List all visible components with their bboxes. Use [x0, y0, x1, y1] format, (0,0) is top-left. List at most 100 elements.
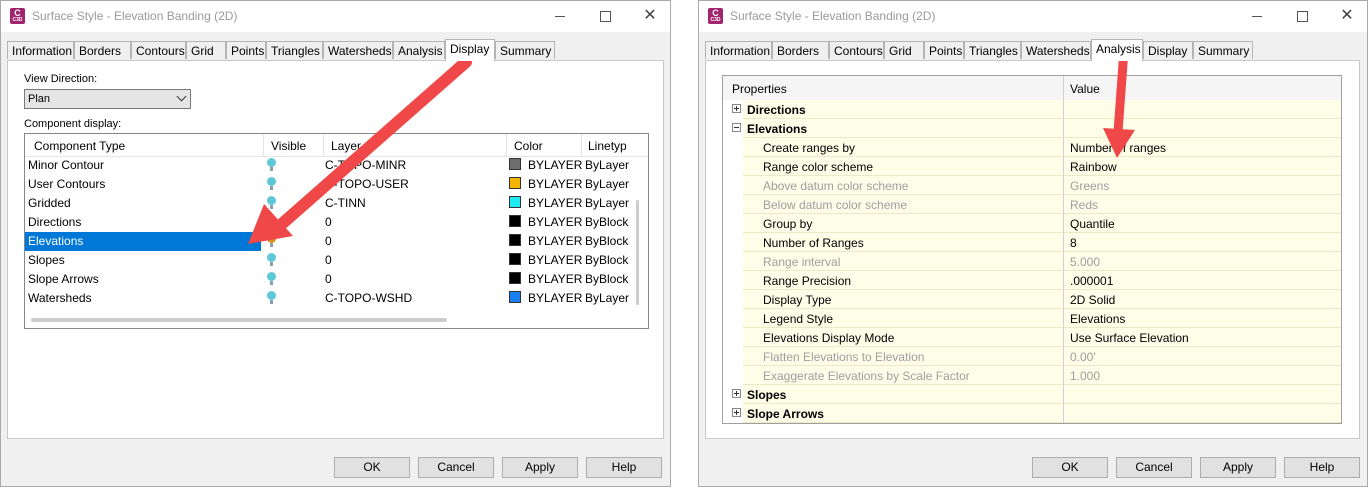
- tab-triangles[interactable]: Triangles: [964, 41, 1021, 59]
- close-icon[interactable]: ✕: [640, 6, 660, 26]
- layer-value[interactable]: C-TOPO-MINR: [325, 158, 406, 172]
- close-icon[interactable]: ✕: [1337, 6, 1357, 26]
- apply-button[interactable]: Apply: [502, 457, 578, 478]
- tab-display[interactable]: Display: [445, 39, 495, 61]
- layer-value[interactable]: 0: [325, 215, 332, 229]
- property-row[interactable]: Exaggerate Elevations by Scale Factor 1.0…: [723, 366, 1341, 385]
- list-item[interactable]: Minor Contour C-TOPO-MINR BYLAYER ByLayer: [25, 156, 634, 175]
- property-group-row[interactable]: Slope Arrows: [723, 404, 1341, 423]
- column-header-visible[interactable]: Visible: [271, 139, 306, 153]
- cancel-button[interactable]: Cancel: [1116, 457, 1192, 478]
- layer-value[interactable]: 0: [325, 234, 332, 248]
- tab-watersheds[interactable]: Watersheds: [1021, 41, 1091, 59]
- visibility-bulb-icon[interactable]: [267, 177, 276, 190]
- tab-triangles[interactable]: Triangles: [266, 41, 323, 59]
- tab-watersheds[interactable]: Watersheds: [323, 41, 393, 59]
- color-value[interactable]: BYLAYER: [528, 196, 582, 210]
- property-row[interactable]: Display Type 2D Solid: [723, 290, 1341, 309]
- tab-summary[interactable]: Summary: [495, 41, 555, 59]
- column-header-color[interactable]: Color: [514, 139, 543, 153]
- minimize-icon[interactable]: [550, 6, 570, 26]
- property-row[interactable]: Group by Quantile: [723, 214, 1341, 233]
- property-row[interactable]: Elevations Display Mode Use Surface Eleva…: [723, 328, 1341, 347]
- list-item[interactable]: Elevations 0 BYLAYER ByBlock: [25, 232, 634, 251]
- property-group-row[interactable]: Slopes: [723, 385, 1341, 404]
- property-value[interactable]: 5.000: [1070, 255, 1100, 269]
- property-row[interactable]: Flatten Elevations to Elevation 0.00': [723, 347, 1341, 366]
- list-item[interactable]: User Contours C-TOPO-USER BYLAYER ByLayer: [25, 175, 634, 194]
- properties-grid[interactable]: Properties Value Directions Elevations Cre…: [722, 75, 1342, 424]
- column-header-linetype[interactable]: Linetyp: [588, 139, 627, 153]
- list-item[interactable]: Slopes 0 BYLAYER ByBlock: [25, 251, 634, 270]
- property-row[interactable]: Range color scheme Rainbow: [723, 157, 1341, 176]
- column-header-layer[interactable]: Layer: [331, 139, 361, 153]
- property-value[interactable]: Use Surface Elevation: [1070, 331, 1189, 345]
- tab-points[interactable]: Points: [226, 41, 266, 59]
- help-button[interactable]: Help: [1284, 457, 1360, 478]
- tab-grid[interactable]: Grid: [186, 41, 226, 59]
- tab-analysis[interactable]: Analysis: [393, 41, 445, 59]
- linetype-value[interactable]: ByBlock: [585, 272, 628, 286]
- visibility-bulb-icon[interactable]: [267, 215, 276, 228]
- color-value[interactable]: BYLAYER: [528, 177, 582, 191]
- expand-icon[interactable]: [732, 389, 741, 398]
- tab-display[interactable]: Display: [1143, 41, 1193, 59]
- visibility-bulb-icon[interactable]: [267, 272, 276, 285]
- property-row[interactable]: Range interval 5.000: [723, 252, 1341, 271]
- cancel-button[interactable]: Cancel: [418, 457, 494, 478]
- property-value[interactable]: 2D Solid: [1070, 293, 1115, 307]
- column-divider[interactable]: [1063, 76, 1064, 423]
- minimize-icon[interactable]: [1247, 6, 1267, 26]
- tab-information[interactable]: Information: [7, 41, 74, 59]
- tab-information[interactable]: Information: [705, 41, 772, 59]
- linetype-value[interactable]: ByLayer: [585, 158, 629, 172]
- property-group-row[interactable]: Elevations: [723, 119, 1341, 138]
- linetype-value[interactable]: ByBlock: [585, 215, 628, 229]
- linetype-value[interactable]: ByLayer: [585, 177, 629, 191]
- property-value[interactable]: Rainbow: [1070, 160, 1117, 174]
- property-group-row[interactable]: Directions: [723, 100, 1341, 119]
- list-item[interactable]: Watersheds C-TOPO-WSHD BYLAYER ByLayer: [25, 289, 634, 308]
- maximize-icon[interactable]: [1292, 6, 1312, 26]
- color-value[interactable]: BYLAYER: [528, 253, 582, 267]
- vertical-scrollbar[interactable]: [636, 200, 639, 305]
- tab-grid[interactable]: Grid: [884, 41, 924, 59]
- tab-analysis[interactable]: Analysis: [1091, 39, 1143, 61]
- color-value[interactable]: BYLAYER: [528, 234, 582, 248]
- property-row[interactable]: Create ranges by Number of ranges: [723, 138, 1341, 157]
- linetype-value[interactable]: ByLayer: [585, 291, 629, 305]
- color-value[interactable]: BYLAYER: [528, 158, 582, 172]
- linetype-value[interactable]: ByBlock: [585, 234, 628, 248]
- ok-button[interactable]: OK: [1032, 457, 1108, 478]
- expand-icon[interactable]: [732, 408, 741, 417]
- ok-button[interactable]: OK: [334, 457, 410, 478]
- layer-value[interactable]: 0: [325, 253, 332, 267]
- tab-summary[interactable]: Summary: [1193, 41, 1253, 59]
- property-value[interactable]: Elevations: [1070, 312, 1125, 326]
- layer-value[interactable]: C-TOPO-WSHD: [325, 291, 412, 305]
- visibility-bulb-icon[interactable]: [267, 234, 276, 247]
- expand-icon[interactable]: [732, 104, 741, 113]
- collapse-icon[interactable]: [732, 123, 741, 132]
- property-row[interactable]: Legend Style Elevations: [723, 309, 1341, 328]
- visibility-bulb-icon[interactable]: [267, 158, 276, 171]
- color-value[interactable]: BYLAYER: [528, 291, 582, 305]
- color-value[interactable]: BYLAYER: [528, 272, 582, 286]
- property-row[interactable]: Number of Ranges 8: [723, 233, 1341, 252]
- property-value[interactable]: Number of ranges: [1070, 141, 1166, 155]
- help-button[interactable]: Help: [586, 457, 662, 478]
- apply-button[interactable]: Apply: [1200, 457, 1276, 478]
- tab-contours[interactable]: Contours: [829, 41, 884, 59]
- linetype-value[interactable]: ByLayer: [585, 196, 629, 210]
- property-value[interactable]: Reds: [1070, 198, 1098, 212]
- property-value[interactable]: .000001: [1070, 274, 1113, 288]
- tab-borders[interactable]: Borders: [74, 41, 131, 59]
- property-row[interactable]: Range Precision .000001: [723, 271, 1341, 290]
- maximize-icon[interactable]: [595, 6, 615, 26]
- linetype-value[interactable]: ByBlock: [585, 253, 628, 267]
- property-value[interactable]: 1.000: [1070, 369, 1100, 383]
- layer-value[interactable]: C-TINN: [325, 196, 366, 210]
- property-value[interactable]: Quantile: [1070, 217, 1115, 231]
- tab-borders[interactable]: Borders: [772, 41, 829, 59]
- visibility-bulb-icon[interactable]: [267, 253, 276, 266]
